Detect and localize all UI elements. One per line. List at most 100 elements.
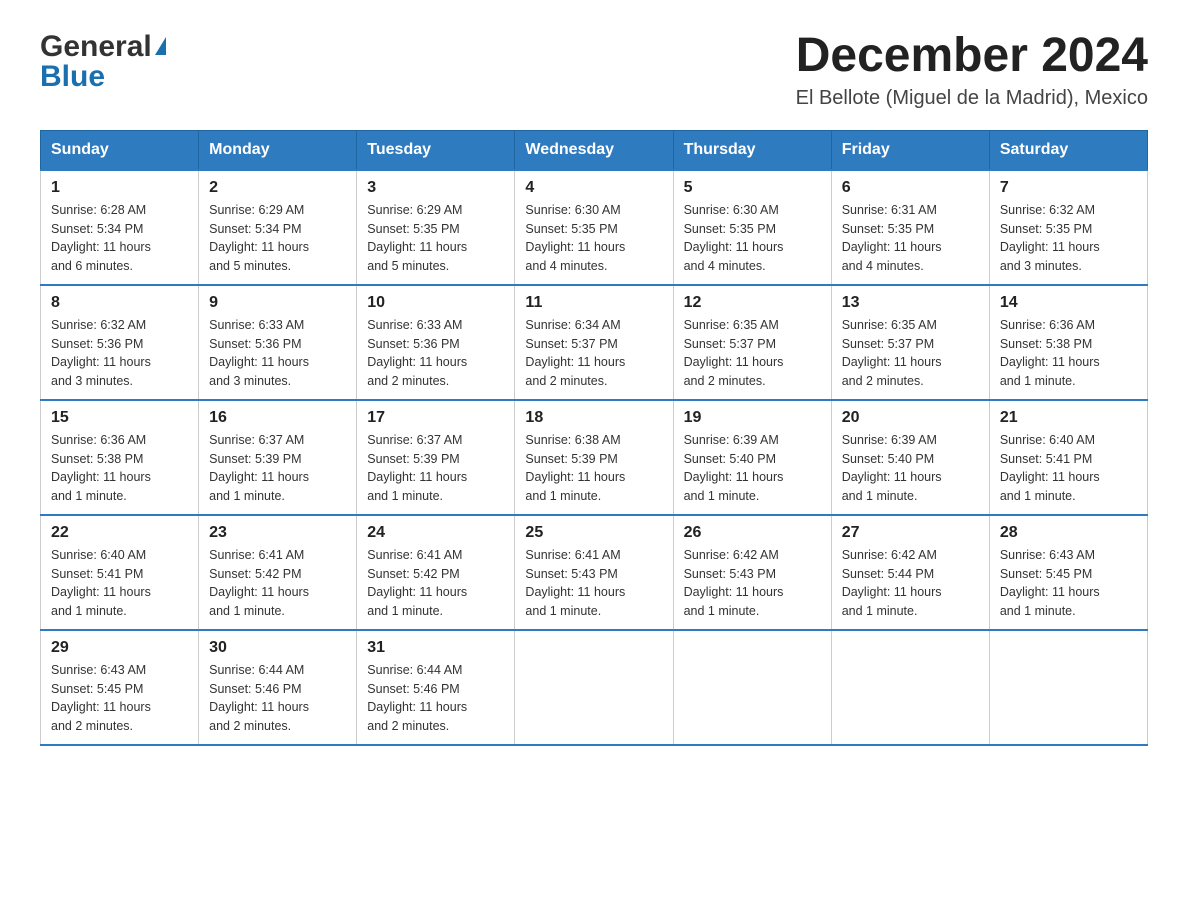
day-info: Sunrise: 6:36 AM Sunset: 5:38 PM Dayligh…	[1000, 316, 1137, 391]
day-cell-21: 21 Sunrise: 6:40 AM Sunset: 5:41 PM Dayl…	[989, 400, 1147, 515]
day-number: 1	[51, 179, 188, 197]
day-number: 5	[684, 179, 821, 197]
week-row-1: 1 Sunrise: 6:28 AM Sunset: 5:34 PM Dayli…	[41, 170, 1148, 285]
day-info: Sunrise: 6:36 AM Sunset: 5:38 PM Dayligh…	[51, 431, 188, 506]
week-row-3: 15 Sunrise: 6:36 AM Sunset: 5:38 PM Dayl…	[41, 400, 1148, 515]
day-cell-18: 18 Sunrise: 6:38 AM Sunset: 5:39 PM Dayl…	[515, 400, 673, 515]
weekday-header-tuesday: Tuesday	[357, 130, 515, 170]
day-cell-22: 22 Sunrise: 6:40 AM Sunset: 5:41 PM Dayl…	[41, 515, 199, 630]
day-info: Sunrise: 6:41 AM Sunset: 5:42 PM Dayligh…	[209, 546, 346, 621]
day-number: 26	[684, 524, 821, 542]
day-number: 11	[525, 294, 662, 312]
weekday-header-thursday: Thursday	[673, 130, 831, 170]
logo-triangle-icon	[155, 37, 166, 55]
day-info: Sunrise: 6:29 AM Sunset: 5:35 PM Dayligh…	[367, 201, 504, 276]
weekday-header-saturday: Saturday	[989, 130, 1147, 170]
day-number: 13	[842, 294, 979, 312]
day-number: 4	[525, 179, 662, 197]
day-info: Sunrise: 6:42 AM Sunset: 5:44 PM Dayligh…	[842, 546, 979, 621]
day-cell-5: 5 Sunrise: 6:30 AM Sunset: 5:35 PM Dayli…	[673, 170, 831, 285]
day-cell-15: 15 Sunrise: 6:36 AM Sunset: 5:38 PM Dayl…	[41, 400, 199, 515]
weekday-header-row: SundayMondayTuesdayWednesdayThursdayFrid…	[41, 130, 1148, 170]
day-cell-25: 25 Sunrise: 6:41 AM Sunset: 5:43 PM Dayl…	[515, 515, 673, 630]
day-number: 20	[842, 409, 979, 427]
empty-cell	[673, 630, 831, 745]
day-cell-29: 29 Sunrise: 6:43 AM Sunset: 5:45 PM Dayl…	[41, 630, 199, 745]
day-info: Sunrise: 6:44 AM Sunset: 5:46 PM Dayligh…	[209, 661, 346, 736]
day-cell-7: 7 Sunrise: 6:32 AM Sunset: 5:35 PM Dayli…	[989, 170, 1147, 285]
location-subtitle: El Bellote (Miguel de la Madrid), Mexico	[796, 87, 1148, 110]
day-info: Sunrise: 6:40 AM Sunset: 5:41 PM Dayligh…	[51, 546, 188, 621]
day-number: 22	[51, 524, 188, 542]
weekday-header-monday: Monday	[199, 130, 357, 170]
day-cell-3: 3 Sunrise: 6:29 AM Sunset: 5:35 PM Dayli…	[357, 170, 515, 285]
empty-cell	[831, 630, 989, 745]
day-number: 10	[367, 294, 504, 312]
day-info: Sunrise: 6:35 AM Sunset: 5:37 PM Dayligh…	[842, 316, 979, 391]
month-year-title: December 2024	[796, 30, 1148, 83]
day-info: Sunrise: 6:33 AM Sunset: 5:36 PM Dayligh…	[209, 316, 346, 391]
day-cell-30: 30 Sunrise: 6:44 AM Sunset: 5:46 PM Dayl…	[199, 630, 357, 745]
day-cell-9: 9 Sunrise: 6:33 AM Sunset: 5:36 PM Dayli…	[199, 285, 357, 400]
day-number: 19	[684, 409, 821, 427]
day-cell-17: 17 Sunrise: 6:37 AM Sunset: 5:39 PM Dayl…	[357, 400, 515, 515]
day-info: Sunrise: 6:30 AM Sunset: 5:35 PM Dayligh…	[525, 201, 662, 276]
title-section: December 2024 El Bellote (Miguel de la M…	[796, 30, 1148, 110]
day-number: 25	[525, 524, 662, 542]
day-info: Sunrise: 6:35 AM Sunset: 5:37 PM Dayligh…	[684, 316, 821, 391]
day-number: 24	[367, 524, 504, 542]
logo-blue-text: Blue	[40, 60, 105, 94]
day-number: 9	[209, 294, 346, 312]
day-cell-27: 27 Sunrise: 6:42 AM Sunset: 5:44 PM Dayl…	[831, 515, 989, 630]
page-header: General Blue December 2024 El Bellote (M…	[40, 30, 1148, 110]
day-number: 31	[367, 639, 504, 657]
day-cell-31: 31 Sunrise: 6:44 AM Sunset: 5:46 PM Dayl…	[357, 630, 515, 745]
day-info: Sunrise: 6:37 AM Sunset: 5:39 PM Dayligh…	[209, 431, 346, 506]
day-info: Sunrise: 6:43 AM Sunset: 5:45 PM Dayligh…	[1000, 546, 1137, 621]
day-cell-16: 16 Sunrise: 6:37 AM Sunset: 5:39 PM Dayl…	[199, 400, 357, 515]
day-number: 21	[1000, 409, 1137, 427]
day-number: 29	[51, 639, 188, 657]
logo-general-text: General	[40, 30, 152, 64]
day-number: 14	[1000, 294, 1137, 312]
day-number: 7	[1000, 179, 1137, 197]
week-row-5: 29 Sunrise: 6:43 AM Sunset: 5:45 PM Dayl…	[41, 630, 1148, 745]
day-cell-6: 6 Sunrise: 6:31 AM Sunset: 5:35 PM Dayli…	[831, 170, 989, 285]
day-number: 3	[367, 179, 504, 197]
day-number: 12	[684, 294, 821, 312]
day-info: Sunrise: 6:42 AM Sunset: 5:43 PM Dayligh…	[684, 546, 821, 621]
day-info: Sunrise: 6:40 AM Sunset: 5:41 PM Dayligh…	[1000, 431, 1137, 506]
day-cell-14: 14 Sunrise: 6:36 AM Sunset: 5:38 PM Dayl…	[989, 285, 1147, 400]
day-info: Sunrise: 6:39 AM Sunset: 5:40 PM Dayligh…	[684, 431, 821, 506]
day-info: Sunrise: 6:38 AM Sunset: 5:39 PM Dayligh…	[525, 431, 662, 506]
day-cell-2: 2 Sunrise: 6:29 AM Sunset: 5:34 PM Dayli…	[199, 170, 357, 285]
day-number: 27	[842, 524, 979, 542]
day-info: Sunrise: 6:31 AM Sunset: 5:35 PM Dayligh…	[842, 201, 979, 276]
day-cell-12: 12 Sunrise: 6:35 AM Sunset: 5:37 PM Dayl…	[673, 285, 831, 400]
day-info: Sunrise: 6:33 AM Sunset: 5:36 PM Dayligh…	[367, 316, 504, 391]
day-cell-13: 13 Sunrise: 6:35 AM Sunset: 5:37 PM Dayl…	[831, 285, 989, 400]
day-number: 15	[51, 409, 188, 427]
day-cell-1: 1 Sunrise: 6:28 AM Sunset: 5:34 PM Dayli…	[41, 170, 199, 285]
day-cell-11: 11 Sunrise: 6:34 AM Sunset: 5:37 PM Dayl…	[515, 285, 673, 400]
day-number: 8	[51, 294, 188, 312]
day-info: Sunrise: 6:34 AM Sunset: 5:37 PM Dayligh…	[525, 316, 662, 391]
day-info: Sunrise: 6:43 AM Sunset: 5:45 PM Dayligh…	[51, 661, 188, 736]
empty-cell	[515, 630, 673, 745]
day-number: 6	[842, 179, 979, 197]
day-info: Sunrise: 6:41 AM Sunset: 5:42 PM Dayligh…	[367, 546, 504, 621]
day-cell-23: 23 Sunrise: 6:41 AM Sunset: 5:42 PM Dayl…	[199, 515, 357, 630]
day-number: 17	[367, 409, 504, 427]
week-row-4: 22 Sunrise: 6:40 AM Sunset: 5:41 PM Dayl…	[41, 515, 1148, 630]
day-number: 28	[1000, 524, 1137, 542]
day-info: Sunrise: 6:32 AM Sunset: 5:36 PM Dayligh…	[51, 316, 188, 391]
day-cell-20: 20 Sunrise: 6:39 AM Sunset: 5:40 PM Dayl…	[831, 400, 989, 515]
day-number: 23	[209, 524, 346, 542]
day-number: 2	[209, 179, 346, 197]
empty-cell	[989, 630, 1147, 745]
day-info: Sunrise: 6:44 AM Sunset: 5:46 PM Dayligh…	[367, 661, 504, 736]
day-cell-28: 28 Sunrise: 6:43 AM Sunset: 5:45 PM Dayl…	[989, 515, 1147, 630]
day-info: Sunrise: 6:28 AM Sunset: 5:34 PM Dayligh…	[51, 201, 188, 276]
day-cell-4: 4 Sunrise: 6:30 AM Sunset: 5:35 PM Dayli…	[515, 170, 673, 285]
day-cell-10: 10 Sunrise: 6:33 AM Sunset: 5:36 PM Dayl…	[357, 285, 515, 400]
